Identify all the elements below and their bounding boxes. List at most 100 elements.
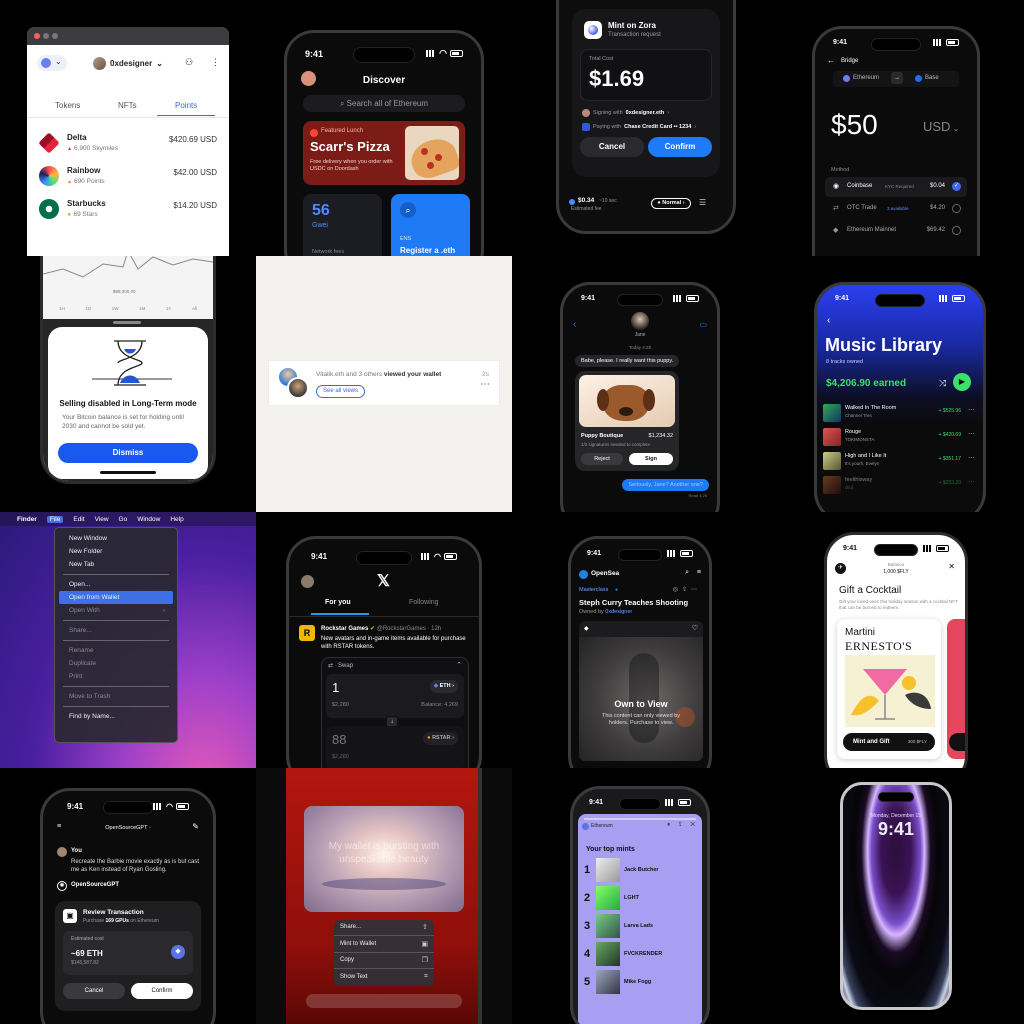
more-horizontal-icon[interactable]: ⋯ <box>480 379 490 390</box>
token-selector-eth[interactable]: ◆ ETH › <box>429 680 458 693</box>
swap-to-amount[interactable]: 88 <box>332 732 346 747</box>
dismiss-button[interactable]: Dismiss <box>58 443 198 463</box>
menu-item[interactable]: Open from Wallet <box>59 591 173 604</box>
more-vertical-icon[interactable]: ⋮ <box>211 57 220 68</box>
account-selector[interactable]: 0xdesigner ⌄ <box>93 55 163 71</box>
next-card-button[interactable] <box>949 733 965 751</box>
range-tick[interactable]: 1D <box>85 306 91 311</box>
back-chevron-icon[interactable]: ‹ <box>827 315 830 326</box>
tab-nfts[interactable]: NFTs <box>118 101 137 110</box>
paying-row[interactable]: Paying with Chase Credit Card •• 1234 › <box>582 123 696 131</box>
tab-following[interactable]: Following <box>409 599 439 606</box>
next-card-peek[interactable] <box>947 619 965 759</box>
currency-selector[interactable]: USD ⌄ <box>923 119 959 134</box>
people-icon[interactable]: ⚇ <box>185 57 193 68</box>
ens-card[interactable]: ⌕ ENS Register a .eth <box>391 194 470 256</box>
menu-bar-window[interactable]: Window <box>137 516 160 523</box>
back-chevron-icon[interactable]: ‹ <box>573 319 576 330</box>
video-call-icon[interactable]: ▭ <box>699 320 707 329</box>
more-horizontal-icon[interactable]: ⋯ <box>968 406 975 414</box>
list-item[interactable]: Rainbow ▲ 690 Points $42.00 USD <box>27 164 229 194</box>
mint-row[interactable]: 2 LGHT <box>584 886 696 912</box>
back-arrow-icon[interactable]: ← <box>827 56 835 65</box>
reject-button[interactable]: Reject <box>581 453 623 465</box>
list-item[interactable]: Starbucks ★ 69 Stars $14.20 USD <box>27 197 229 227</box>
range-tick[interactable]: 1H <box>59 306 65 311</box>
sign-button[interactable]: Sign <box>629 453 673 465</box>
contact-avatar[interactable] <box>631 312 649 330</box>
featured-banner[interactable]: Featured Lunch Scarr's Pizza Free delive… <box>303 121 465 185</box>
context-menu-item[interactable]: Share... ⇪ <box>334 920 434 936</box>
avatar[interactable] <box>301 575 314 588</box>
notification-card[interactable]: Vitalik.eth and 3 others viewed your wal… <box>268 360 500 406</box>
method-option[interactable]: ◉ Coinbase KYC Required $0.04 ✓ <box>825 177 967 197</box>
menu-item[interactable]: Find by Name... <box>59 710 173 723</box>
radio-checked-icon[interactable]: ✓ <box>952 182 961 191</box>
track-row[interactable]: Rouge TOKIMONSTA + $420.69 ⋯ <box>823 427 977 449</box>
range-tick[interactable]: 1M <box>139 306 145 311</box>
tab-points[interactable]: Points <box>175 101 197 110</box>
list-item[interactable]: Delta ▲ 6,900 Skymiles $420.69 USD <box>27 131 229 161</box>
confirm-button[interactable]: Confirm <box>131 983 193 999</box>
more-horizontal-icon[interactable]: ⋯ <box>968 454 975 462</box>
network-selector[interactable]: ⌄ <box>37 55 67 71</box>
mint-row[interactable]: 5 Mike Fogg <box>584 970 696 996</box>
close-dot-icon[interactable] <box>34 33 40 39</box>
search-input[interactable]: ⌕ Search all of Ethereum <box>303 95 465 112</box>
context-menu-item[interactable]: Show Text ⌗ <box>334 970 434 986</box>
sheet-grabber[interactable] <box>113 321 141 324</box>
method-option[interactable]: ◆ Ethereum Mainnet $69.42 <box>825 221 967 241</box>
track-row[interactable]: Walked In The Room Channel Tres + $525.96 ⋯ <box>823 403 977 425</box>
menu-bar-finder[interactable]: Finder <box>17 516 37 523</box>
more-horizontal-icon[interactable]: ⋯ <box>968 430 975 438</box>
bridge-route[interactable]: Ethereum → Base <box>833 71 959 87</box>
collection-name[interactable]: Masterclass <box>579 587 608 593</box>
tab-tokens[interactable]: Tokens <box>55 101 80 110</box>
menu-bar-go[interactable]: Go <box>119 516 128 523</box>
menu-item[interactable]: New Window <box>59 532 173 545</box>
menu-bar-help[interactable]: Help <box>170 516 183 523</box>
token-selector-rstar[interactable]: ● RSTAR › <box>423 732 458 745</box>
radio-empty-icon[interactable] <box>952 226 961 235</box>
range-tick[interactable]: 1W <box>112 306 119 311</box>
shuffle-icon[interactable]: ⤨ <box>939 378 946 389</box>
cancel-button[interactable]: Cancel <box>580 137 644 157</box>
zoom-dot-icon[interactable] <box>52 33 58 39</box>
tab-for-you[interactable]: For you <box>325 599 351 606</box>
speed-selector[interactable]: ● Normal › <box>651 198 691 209</box>
nft-card[interactable]: Martini ERNESTO'S Mint and Gift 300 $FLY <box>837 619 941 759</box>
confirm-button[interactable]: Confirm <box>648 137 712 157</box>
x-logo-icon[interactable]: 𝕏 <box>377 571 390 591</box>
menu-item[interactable]: New Folder <box>59 545 173 558</box>
menu-bar-edit[interactable]: Edit <box>73 516 84 523</box>
heart-icon[interactable]: ♡ <box>692 624 698 632</box>
mint-row[interactable]: 3 Larva Lads <box>584 914 696 940</box>
track-row[interactable]: High and I Like It It's yourh, Evelyn + $3… <box>823 451 977 473</box>
owner-name[interactable]: 0xdesigner <box>605 609 632 615</box>
mint-row[interactable]: 4 FVCKRENDER <box>584 942 696 968</box>
range-tick[interactable]: 1Y <box>166 306 172 311</box>
close-icon[interactable]: ✕ <box>948 562 955 571</box>
menu-item[interactable]: Open... <box>59 578 173 591</box>
radio-empty-icon[interactable] <box>952 204 961 213</box>
swap-from-amount[interactable]: 1 <box>332 680 339 695</box>
more-horizontal-icon[interactable]: ⋯ <box>968 478 975 486</box>
range-tick[interactable]: All <box>192 306 197 311</box>
settings-sliders-icon[interactable]: ☰ <box>699 198 706 207</box>
menu-icon[interactable]: ≡ <box>697 569 701 576</box>
mint-gift-button[interactable]: Mint and Gift 300 $FLY <box>843 733 935 751</box>
story-controls[interactable]: ⏸ ⇪ ✕ <box>667 821 698 829</box>
gas-card[interactable]: 56 Gwei Network fees <box>303 194 382 256</box>
signing-row[interactable]: Signing with 0xdesigner.eth › <box>582 109 669 117</box>
track-row[interactable]: feelthisway dlcd + $253.20 ⋯ <box>823 475 977 497</box>
payment-card[interactable]: Puppy Boutique $1,234.32 1/2 signatures … <box>575 371 679 471</box>
method-option[interactable]: ⇄ OTC Trade 3 available $4.20 <box>825 199 967 219</box>
chevron-up-icon[interactable]: ⌃ <box>456 661 462 669</box>
menu-bar-view[interactable]: View <box>95 516 109 523</box>
rockstar-logo-icon[interactable]: R <box>299 625 315 641</box>
cancel-button[interactable]: Cancel <box>63 983 125 999</box>
amount-value[interactable]: $50 <box>831 109 878 141</box>
see-all-views-button[interactable]: See all views <box>316 385 366 398</box>
context-menu-item[interactable]: Copy ❐ <box>334 953 434 969</box>
menu-item[interactable]: New Tab <box>59 558 173 571</box>
